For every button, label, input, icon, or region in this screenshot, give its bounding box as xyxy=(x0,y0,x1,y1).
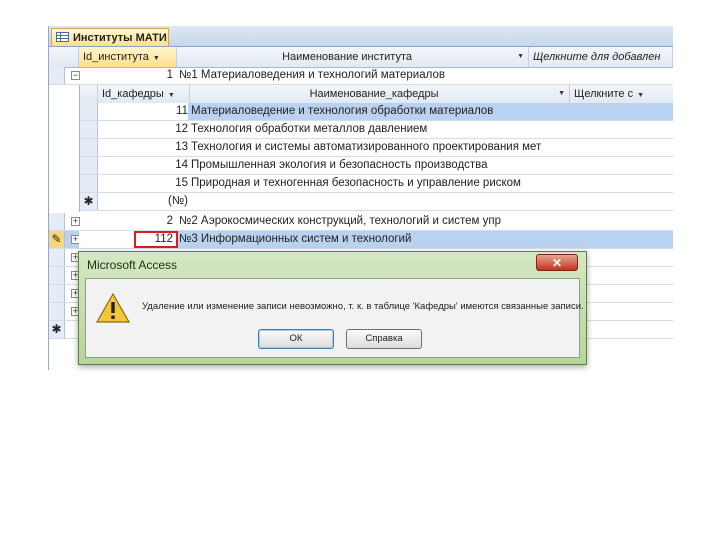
ok-button[interactable]: ОК xyxy=(258,329,334,349)
outer-header: Id_института ▼ Наименование института ▼ Ще… xyxy=(49,47,673,68)
cell-id[interactable]: 11 xyxy=(98,103,188,120)
table-icon xyxy=(56,32,69,42)
record-selector[interactable] xyxy=(49,285,65,302)
sub-select-all-corner[interactable] xyxy=(80,85,98,103)
record-selector[interactable] xyxy=(80,103,98,120)
dialog-body: Удаление или изменение записи невозможно… xyxy=(85,278,584,358)
pencil-icon[interactable]: ✎ xyxy=(49,231,65,248)
table-row-department[interactable]: 15 Природная и техногенная безопасность … xyxy=(80,175,673,193)
column-header-add-field[interactable]: Щелкните для добавлен xyxy=(529,47,673,67)
column-header-id-institute[interactable]: Id_института ▼ xyxy=(79,47,177,67)
column-label: Щелкните для добавлен xyxy=(533,51,661,63)
table-row-department[interactable]: 12 Технология обработки металлов давлени… xyxy=(80,121,673,139)
column-label: Id_кафедры xyxy=(102,88,164,100)
record-selector[interactable] xyxy=(49,213,65,230)
select-all-corner[interactable] xyxy=(49,47,79,67)
dialog-title: Microsoft Access xyxy=(87,258,178,272)
table-row-department[interactable]: 14 Промышленная экология и безопасность … xyxy=(80,157,673,175)
cell-name[interactable]: Материаловедение и технология обработки … xyxy=(191,103,661,120)
cell-name[interactable]: Технология обработки металлов давлением xyxy=(191,121,661,138)
warning-icon xyxy=(96,293,130,323)
cell-name[interactable]: №2 Аэрокосмических конструкций, технолог… xyxy=(179,213,529,230)
tab-institutes[interactable]: Институты МАТИ xyxy=(51,28,169,46)
record-selector[interactable] xyxy=(80,157,98,174)
cell-id[interactable]: 15 xyxy=(98,175,188,192)
dropdown-arrow-icon[interactable]: ▼ xyxy=(558,85,565,103)
record-selector[interactable] xyxy=(49,67,65,84)
cell-id-new[interactable]: (№) xyxy=(98,193,188,210)
cell-name[interactable]: №3 Информационных систем и технологий xyxy=(179,231,529,248)
record-selector[interactable] xyxy=(49,249,65,266)
cell-id[interactable]: 14 xyxy=(98,157,188,174)
tab-title: Институты МАТИ xyxy=(73,32,167,45)
cell-name[interactable]: Технология и системы автоматизированного… xyxy=(191,139,661,156)
cell-name[interactable]: Промышленная экология и безопасность про… xyxy=(191,157,661,174)
column-header-institute-name[interactable]: Наименование института ▼ xyxy=(177,47,529,67)
column-label: Id_института xyxy=(83,51,149,63)
cell-name[interactable]: Природная и техногенная безопасность и у… xyxy=(191,175,661,192)
dialog-message: Удаление или изменение записи невозможно… xyxy=(142,301,584,312)
column-label: Щелкните с xyxy=(574,88,634,100)
table-row-institute-1[interactable]: − 1 №1 Материаловедения и технологий мат… xyxy=(49,67,673,85)
record-selector[interactable] xyxy=(80,139,98,156)
dropdown-arrow-icon[interactable]: ▼ xyxy=(153,55,160,62)
document-tab-strip: Институты МАТИ xyxy=(49,26,673,47)
cell-id[interactable]: 13 xyxy=(98,139,188,156)
asterisk-icon[interactable]: ✱ xyxy=(80,193,98,210)
cell-name[interactable] xyxy=(191,193,661,210)
record-selector[interactable] xyxy=(49,267,65,284)
cell-id[interactable]: 12 xyxy=(98,121,188,138)
column-header-sub-add-field[interactable]: Щелкните с ▼ xyxy=(570,85,673,103)
column-label: Наименование_кафедры xyxy=(309,88,439,100)
table-row-department[interactable]: 11 Материаловедение и технология обработ… xyxy=(80,103,673,121)
cell-id[interactable]: 2 xyxy=(79,213,173,230)
highlight-box xyxy=(134,231,178,248)
cell-id[interactable]: 1 xyxy=(79,67,173,84)
table-row-department[interactable]: 13 Технология и системы автоматизированн… xyxy=(80,139,673,157)
column-header-id-department[interactable]: Id_кафедры ▼ xyxy=(98,85,190,103)
column-label: Наименование института xyxy=(282,51,412,63)
record-selector[interactable] xyxy=(80,175,98,192)
table-row-new-department[interactable]: ✱ (№) xyxy=(80,193,673,211)
table-row-institute-2[interactable]: + 2 №2 Аэрокосмических конструкций, техн… xyxy=(49,213,673,231)
close-icon[interactable]: ✕ xyxy=(536,254,578,271)
dropdown-arrow-icon[interactable]: ▼ xyxy=(637,92,644,99)
column-header-department-name[interactable]: Наименование_кафедры ▼ xyxy=(190,85,570,103)
subdatasheet-departments: Id_кафедры ▼ Наименование_кафедры ▼ Щелкни… xyxy=(79,85,673,212)
record-selector[interactable] xyxy=(80,121,98,138)
error-dialog: Microsoft Access ✕ Удаление или изменени… xyxy=(78,251,587,365)
cell-name[interactable]: №1 Материаловедения и технологий материа… xyxy=(179,67,529,84)
sub-header: Id_кафедры ▼ Наименование_кафедры ▼ Щелкни… xyxy=(80,85,673,104)
record-selector[interactable] xyxy=(49,303,65,320)
asterisk-icon[interactable]: ✱ xyxy=(49,321,65,338)
help-button[interactable]: Справка xyxy=(346,329,422,349)
dropdown-arrow-icon[interactable]: ▼ xyxy=(168,92,175,99)
dropdown-arrow-icon[interactable]: ▼ xyxy=(517,47,524,67)
